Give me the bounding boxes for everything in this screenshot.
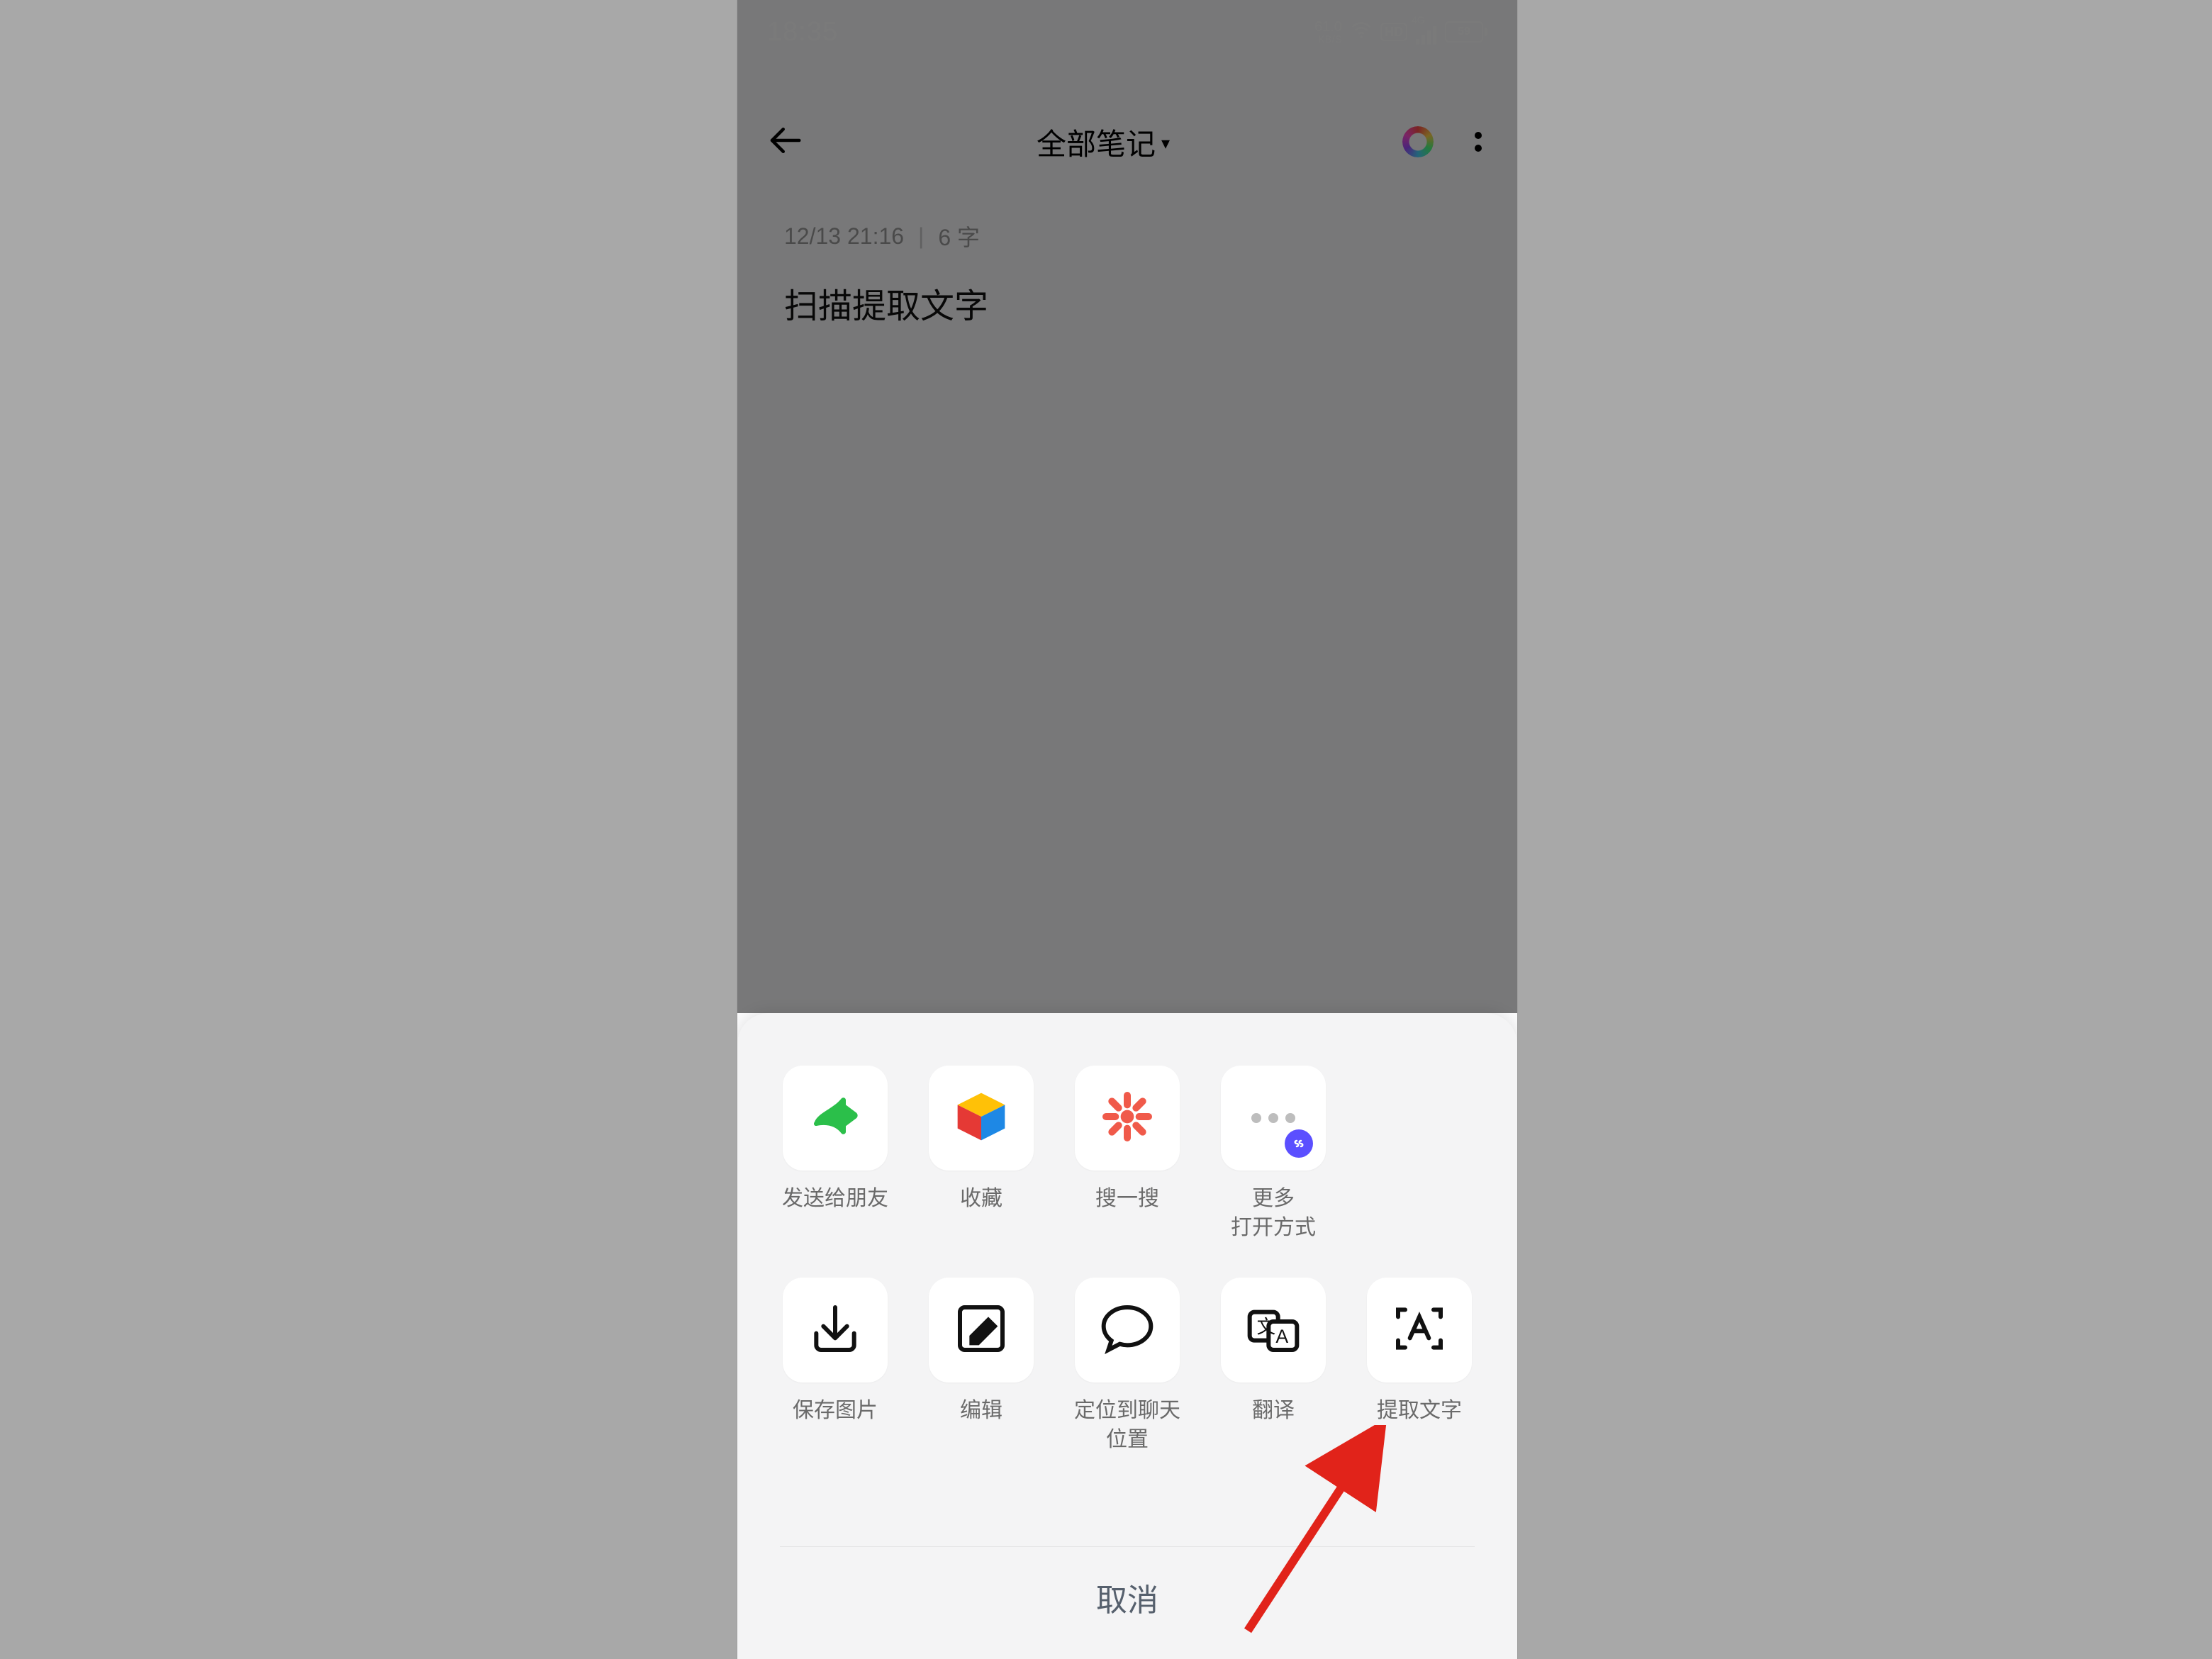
- cancel-button[interactable]: 取消: [737, 1548, 1517, 1659]
- note-word-count: 6 字: [938, 220, 980, 252]
- action-search[interactable]: 搜一搜: [1058, 1066, 1197, 1242]
- action-favorite[interactable]: 收藏: [912, 1066, 1051, 1242]
- more-options-button[interactable]: [1468, 129, 1489, 155]
- action-sheet: 发送给朋友 收藏: [737, 1013, 1517, 1659]
- action-locate-in-chat[interactable]: 定位到聊天 位置: [1058, 1278, 1197, 1454]
- wifi-icon: [1351, 20, 1372, 45]
- note-meta: 12/13 21:16 | 6 字: [784, 220, 980, 252]
- category-dropdown[interactable]: 全部笔记 ▾: [804, 121, 1402, 164]
- svg-text:文: 文: [1257, 1316, 1276, 1337]
- category-title: 全部笔记: [1037, 121, 1156, 164]
- download-icon: [807, 1300, 864, 1361]
- action-edit[interactable]: 编辑: [912, 1278, 1051, 1454]
- phone-frame: 18:35 61.0 KB/S HD: [737, 0, 1517, 1659]
- share-arrow-icon: [807, 1088, 864, 1149]
- theme-ring-icon[interactable]: [1402, 126, 1434, 157]
- note-title: 扫描提取文字: [784, 278, 988, 328]
- action-translate[interactable]: 文 A 翻译: [1204, 1278, 1343, 1454]
- note-timestamp: 12/13 21:16: [784, 223, 904, 250]
- ellipsis-icon: [1251, 1113, 1295, 1123]
- app-bar: 全部笔记 ▾: [737, 99, 1517, 184]
- status-bar: 18:35 61.0 KB/S HD: [737, 0, 1517, 64]
- battery-icon: 59: [1445, 21, 1487, 43]
- action-open-with-more[interactable]: 更多 打开方式: [1204, 1066, 1343, 1242]
- sheet-divider: [780, 1546, 1475, 1547]
- spark-icon: [1099, 1088, 1156, 1149]
- miniprogram-badge-icon: [1285, 1129, 1313, 1158]
- chevron-down-icon: ▾: [1161, 133, 1170, 154]
- signal-icon: 4G: [1416, 19, 1436, 45]
- action-save-image[interactable]: 保存图片: [766, 1278, 905, 1454]
- chat-bubble-icon: [1099, 1300, 1156, 1361]
- edit-icon: [953, 1300, 1010, 1361]
- status-time: 18:35: [767, 17, 838, 48]
- action-extract-text[interactable]: 提取文字: [1350, 1278, 1489, 1454]
- translate-icon: 文 A: [1245, 1300, 1302, 1361]
- cube-icon: [953, 1088, 1010, 1149]
- svg-text:A: A: [1275, 1326, 1288, 1347]
- ocr-scan-icon: [1391, 1300, 1448, 1361]
- action-send-to-friends[interactable]: 发送给朋友: [766, 1066, 905, 1242]
- hd-icon: HD: [1380, 23, 1407, 41]
- back-button[interactable]: [766, 121, 804, 163]
- network-speed: 61.0 KB/S: [1314, 20, 1342, 44]
